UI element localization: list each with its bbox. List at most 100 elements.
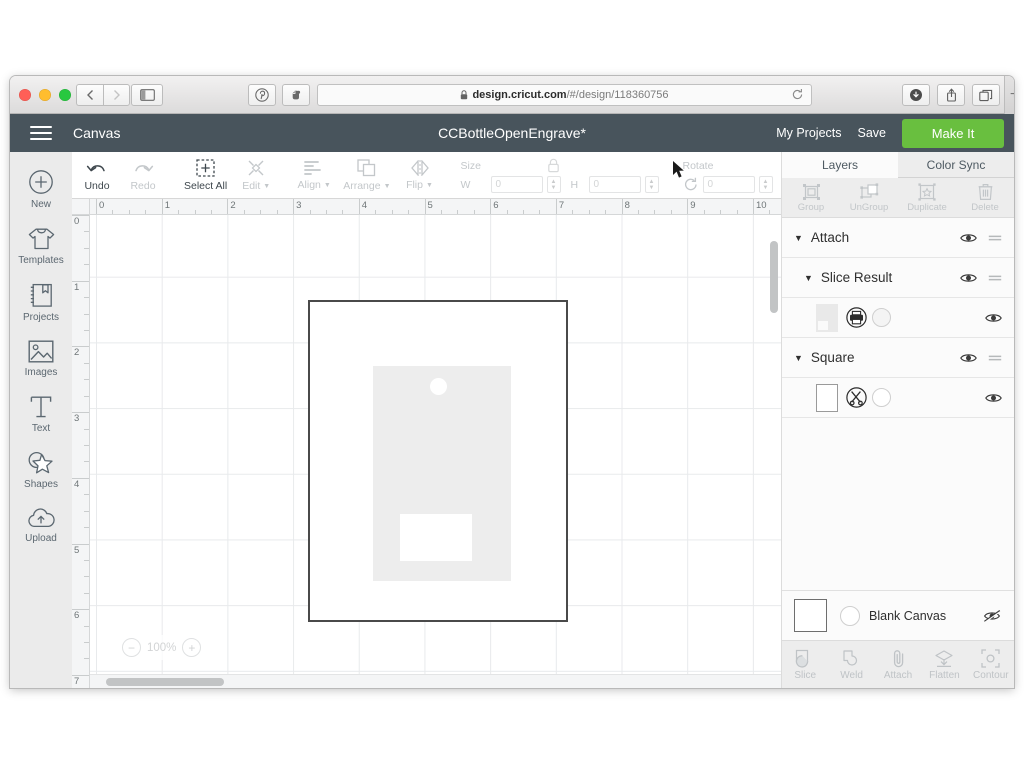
eye-visible-icon[interactable] xyxy=(985,392,1002,404)
printer-icon[interactable] xyxy=(846,307,867,328)
slice-button[interactable]: Slice xyxy=(782,641,828,688)
back-button[interactable] xyxy=(76,84,103,106)
address-bar[interactable]: design.cricut.com/#/design/118360756 xyxy=(317,84,812,106)
height-stepper[interactable]: ▲ ▼ xyxy=(644,176,659,193)
save-button[interactable]: Save xyxy=(858,126,887,140)
blank-canvas-swatch[interactable] xyxy=(840,605,860,626)
flatten-button[interactable]: Flatten xyxy=(921,641,967,688)
eye-visible-icon[interactable] xyxy=(985,312,1002,324)
sidebar-item-images[interactable]: Images xyxy=(10,331,72,386)
show-tabs-button[interactable] xyxy=(972,84,1000,106)
rotate-input[interactable]: 0 xyxy=(702,176,755,193)
layer-row-cut[interactable] xyxy=(782,378,1014,418)
maximize-window-button[interactable] xyxy=(59,89,71,101)
sidebar-item-label: New xyxy=(30,199,51,210)
horizontal-scrollbar-thumb[interactable] xyxy=(106,678,224,686)
sidebar-item-shapes[interactable]: Shapes xyxy=(10,442,72,498)
vertical-scrollbar-thumb[interactable] xyxy=(770,241,778,313)
chevron-down-icon[interactable]: ▼ xyxy=(794,353,803,363)
select-all-button[interactable]: Select All xyxy=(178,156,233,194)
horizontal-scrollbar[interactable] xyxy=(90,674,781,688)
new-tab-button[interactable]: + xyxy=(1004,76,1014,114)
close-window-button[interactable] xyxy=(19,89,31,101)
app-header: Canvas CCBottleOpenEngrave* My Projects … xyxy=(10,114,1014,152)
scissors-cut-icon[interactable] xyxy=(846,387,867,408)
rotate-controls: Rotate 0 ▲ ▼ xyxy=(675,152,781,198)
layer-color-swatch[interactable] xyxy=(872,388,891,407)
rotate-stepper[interactable]: ▲ ▼ xyxy=(758,176,773,193)
artboard[interactable] xyxy=(308,300,568,622)
chevron-down-icon[interactable]: ▼ xyxy=(804,273,813,283)
delete-button[interactable]: Delete xyxy=(956,178,1014,217)
shape-slice-result[interactable] xyxy=(373,366,511,581)
ruler-label: 4 xyxy=(74,478,80,490)
downloads-button[interactable] xyxy=(902,84,930,106)
my-projects-button[interactable]: My Projects xyxy=(776,126,841,140)
width-input[interactable]: 0 xyxy=(490,176,543,193)
group-button[interactable]: Group xyxy=(782,178,840,217)
layer-group-square[interactable]: ▼ Square xyxy=(782,338,1014,378)
sidebar-item-upload[interactable]: Upload xyxy=(10,498,72,552)
tab-layers[interactable]: Layers xyxy=(782,152,898,178)
sidebar-item-templates[interactable]: Templates xyxy=(10,218,72,274)
layer-menu-icon[interactable] xyxy=(988,354,1002,362)
layer-menu-icon[interactable] xyxy=(988,234,1002,242)
eye-visible-icon[interactable] xyxy=(960,232,977,244)
eye-visible-icon[interactable] xyxy=(960,352,977,364)
canvas-label: Canvas xyxy=(73,125,121,141)
zoom-in-button[interactable]: + xyxy=(182,638,202,657)
ungroup-button[interactable]: UnGroup xyxy=(840,178,898,217)
width-stepper[interactable]: ▲ ▼ xyxy=(546,176,561,193)
layer-group-slice-result[interactable]: ▼ Slice Result xyxy=(782,258,1014,298)
flip-button[interactable]: Flip ▼ xyxy=(397,157,443,193)
layer-menu-icon[interactable] xyxy=(988,274,1002,282)
ruler-label: 8 xyxy=(624,200,630,211)
evernote-extension-button[interactable] xyxy=(282,84,310,106)
undo-button[interactable]: Undo xyxy=(74,157,120,194)
duplicate-button[interactable]: Duplicate xyxy=(898,178,956,217)
contour-button[interactable]: Contour xyxy=(968,641,1014,688)
blank-canvas-row[interactable]: Blank Canvas xyxy=(782,590,1014,640)
minimize-window-button[interactable] xyxy=(39,89,51,101)
layer-group-name: Square xyxy=(810,350,855,365)
layer-color-swatch[interactable] xyxy=(872,308,891,327)
ruler-label: 7 xyxy=(558,200,565,211)
zoom-out-button[interactable]: − xyxy=(122,638,141,657)
ruler-tick xyxy=(753,199,754,214)
arrange-button[interactable]: Arrange ▼ xyxy=(337,156,396,194)
make-it-button[interactable]: Make It xyxy=(902,118,1004,148)
reload-button[interactable] xyxy=(791,88,804,101)
eye-visible-icon[interactable] xyxy=(960,272,977,284)
tab-color-sync[interactable]: Color Sync xyxy=(898,152,1014,178)
sidebar-item-new[interactable]: New xyxy=(10,160,72,218)
redo-button[interactable]: Redo xyxy=(120,157,166,194)
forward-button[interactable] xyxy=(103,84,130,106)
blank-canvas-label: Blank Canvas xyxy=(869,608,947,623)
sidebar-item-label: Shapes xyxy=(24,479,58,490)
attach-button[interactable]: Attach xyxy=(875,641,921,688)
height-input[interactable]: 0 xyxy=(588,176,641,193)
sidebar-item-text[interactable]: Text xyxy=(10,386,72,442)
rotate-icon[interactable] xyxy=(683,177,699,192)
vertical-scrollbar[interactable] xyxy=(767,231,781,674)
layer-row-print[interactable] xyxy=(782,298,1014,338)
url-path: /#/design/118360756 xyxy=(566,89,669,101)
share-button[interactable] xyxy=(937,84,965,106)
pinterest-extension-button[interactable] xyxy=(248,84,276,106)
ruler-tick xyxy=(424,199,426,214)
align-button[interactable]: Align ▼ xyxy=(291,157,337,193)
lock-aspect-icon[interactable] xyxy=(547,158,560,173)
flip-icon xyxy=(410,160,429,176)
design-canvas[interactable]: − 100% + xyxy=(90,215,781,688)
layer-group-name: Slice Result xyxy=(820,270,893,285)
sidebar-toggle-button[interactable] xyxy=(131,84,163,106)
chevron-down-icon[interactable]: ▼ xyxy=(794,233,803,243)
edit-button[interactable]: Edit ▼ xyxy=(233,156,279,194)
browser-window: design.cricut.com/#/design/118360756 Can… xyxy=(10,76,1014,688)
hamburger-menu-icon[interactable] xyxy=(30,126,52,140)
evernote-icon xyxy=(292,90,301,100)
sidebar-item-projects[interactable]: Projects xyxy=(10,274,72,331)
weld-button[interactable]: Weld xyxy=(828,641,874,688)
eye-hidden-icon[interactable] xyxy=(983,609,1002,623)
layer-group-attach[interactable]: ▼ Attach xyxy=(782,218,1014,258)
